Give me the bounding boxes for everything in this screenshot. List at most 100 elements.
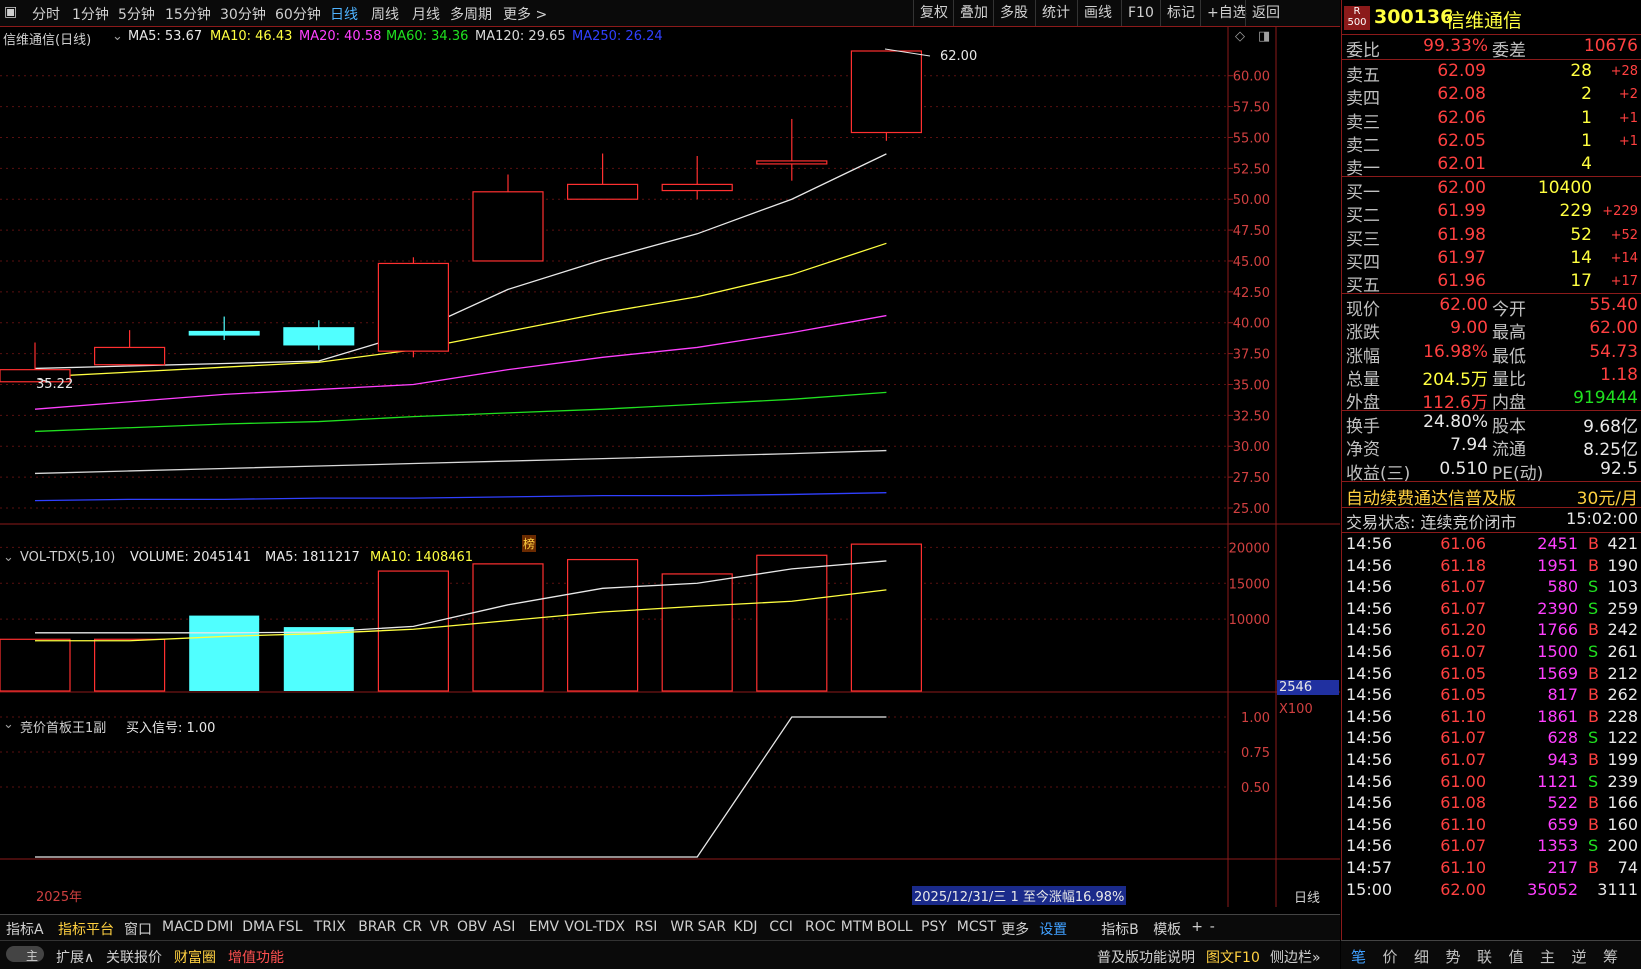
- period-tab-2[interactable]: 5分钟: [118, 4, 155, 24]
- toolbar-button-2[interactable]: 多股: [993, 0, 1034, 26]
- volume-bar[interactable]: [377, 570, 449, 692]
- sells-row-0[interactable]: 卖五 62.09 28 +28: [1342, 61, 1641, 86]
- indicator-tab-4[interactable]: DMI: [206, 919, 233, 935]
- ind-chevron-icon[interactable]: ⌄: [3, 717, 14, 732]
- indicator-tab-21[interactable]: MTM: [841, 919, 874, 935]
- indicator-tab-15[interactable]: RSI: [635, 919, 658, 935]
- candle-body[interactable]: [566, 183, 639, 200]
- indicator-tab-6[interactable]: FSL: [278, 919, 303, 935]
- buys-row-4[interactable]: 买五 61.96 17 +17: [1342, 271, 1641, 296]
- indicator-tab-20[interactable]: ROC: [805, 919, 836, 935]
- period-tab-8[interactable]: 月线: [412, 4, 440, 24]
- period-tab-0[interactable]: 分时: [32, 4, 60, 24]
- quote-tab-5[interactable]: 值: [1509, 946, 1524, 967]
- indicator-tab-12[interactable]: ASI: [493, 919, 516, 935]
- indicator-tab-1[interactable]: 指标平台: [58, 919, 114, 939]
- expand-button[interactable]: 扩展∧: [56, 947, 94, 967]
- period-tab-4[interactable]: 30分钟: [220, 4, 266, 24]
- period-tab-1[interactable]: 1分钟: [72, 4, 109, 24]
- sells-row-3[interactable]: 卖二 62.05 1 +1: [1342, 131, 1641, 156]
- volume-bar[interactable]: [566, 558, 639, 692]
- candle-body[interactable]: [850, 50, 923, 134]
- volume-bar[interactable]: [850, 543, 923, 692]
- toolbar-button-6[interactable]: 标记: [1160, 0, 1201, 26]
- volume-bar[interactable]: [472, 563, 544, 692]
- indicator-tab-26[interactable]: 设置: [1039, 919, 1067, 939]
- indicator-tab-10[interactable]: VR: [430, 919, 449, 935]
- toolbar-button-4[interactable]: 画线: [1077, 0, 1118, 26]
- toolbar-button-1[interactable]: 叠加: [953, 0, 994, 26]
- indicator-tab-18[interactable]: KDJ: [733, 919, 757, 935]
- buys-row-2[interactable]: 买三 61.98 52 +52: [1342, 225, 1641, 250]
- indicator-tab-27[interactable]: 指标B: [1101, 919, 1139, 939]
- candle-body[interactable]: [283, 327, 355, 346]
- chart-area[interactable]: 60.00 57.50 55.00 52.50 50.00 47.50 45.00 42.50…: [0, 27, 1340, 907]
- indicator-tab-30[interactable]: -: [1210, 919, 1215, 935]
- candle-body[interactable]: [377, 262, 449, 352]
- candle-body[interactable]: [756, 160, 828, 165]
- main-toggle-switch[interactable]: [6, 946, 44, 962]
- promo-text[interactable]: 自动续费通达信普及版: [1346, 484, 1516, 509]
- indicator-tab-24[interactable]: MCST: [957, 919, 996, 935]
- indicator-tab-13[interactable]: EMV: [529, 919, 560, 935]
- indicator-tab-17[interactable]: SAR: [698, 919, 726, 935]
- candle-body[interactable]: [472, 191, 544, 262]
- period-tag[interactable]: 日线: [1294, 887, 1320, 906]
- related-quote-button[interactable]: 关联报价: [106, 947, 162, 967]
- sells-row-4[interactable]: 卖一 62.01 4: [1342, 154, 1641, 179]
- buys-row-1[interactable]: 买二 61.99 229 +229: [1342, 201, 1641, 226]
- quote-tab-8[interactable]: 筹: [1603, 946, 1618, 967]
- indicator-tab-11[interactable]: OBV: [457, 919, 487, 935]
- toolbar-button-8[interactable]: 返回: [1245, 0, 1286, 26]
- quote-tab-0[interactable]: 笔: [1351, 946, 1366, 967]
- volume-bar[interactable]: [756, 554, 828, 692]
- quote-tab-6[interactable]: 主: [1540, 946, 1555, 967]
- indicator-tab-19[interactable]: CCI: [769, 919, 793, 935]
- period-tab-5[interactable]: 60分钟: [275, 4, 321, 24]
- promo-price[interactable]: 30元/月: [1542, 484, 1638, 509]
- window-icon[interactable]: ▣: [4, 4, 17, 20]
- chevron-down-icon[interactable]: ⌄: [112, 29, 123, 44]
- indicator-tab-5[interactable]: DMA: [242, 919, 274, 935]
- f10-link[interactable]: 图文F10: [1206, 947, 1260, 967]
- volume-bar[interactable]: [0, 638, 71, 692]
- indicator-tab-2[interactable]: 窗口: [124, 919, 152, 939]
- indicator-tab-7[interactable]: TRIX: [314, 919, 346, 935]
- vol-chevron-icon[interactable]: ⌄: [3, 550, 14, 565]
- quote-tab-4[interactable]: 联: [1477, 946, 1492, 967]
- promo-row[interactable]: 自动续费通达信普及版 30元/月: [1342, 484, 1641, 509]
- quote-tab-7[interactable]: 逆: [1572, 946, 1587, 967]
- feature-guide-link[interactable]: 普及版功能说明: [1097, 947, 1195, 967]
- value-added-button[interactable]: 增值功能: [228, 947, 284, 967]
- period-tab-6[interactable]: 日线: [330, 4, 358, 24]
- quote-tab-3[interactable]: 势: [1446, 946, 1461, 967]
- period-tab-9[interactable]: 多周期: [450, 4, 492, 24]
- period-tab-10[interactable]: 更多 >: [503, 4, 547, 24]
- indicator-tab-16[interactable]: WR: [670, 919, 694, 935]
- indicator-tab-28[interactable]: 模板: [1153, 919, 1181, 939]
- indicator-tab-3[interactable]: MACD: [162, 919, 204, 935]
- kline-chart-svg[interactable]: 60.00 57.50 55.00 52.50 50.00 47.50 45.00 42.50…: [0, 27, 1340, 907]
- diamond-icon[interactable]: ◇: [1235, 29, 1245, 44]
- buys-row-3[interactable]: 买四 61.97 14 +14: [1342, 248, 1641, 273]
- indicator-tab-14[interactable]: VOL-TDX: [564, 919, 625, 935]
- sells-row-2[interactable]: 卖三 62.06 1 +1: [1342, 108, 1641, 133]
- quote-tab-1[interactable]: 价: [1383, 946, 1398, 967]
- buys-row-0[interactable]: 买一 62.00 10400: [1342, 178, 1641, 203]
- volume-bar[interactable]: [661, 573, 733, 692]
- indicator-tab-9[interactable]: CR: [403, 919, 423, 935]
- period-tab-3[interactable]: 15分钟: [165, 4, 211, 24]
- wealth-circle-button[interactable]: 财富圈: [174, 947, 216, 967]
- candle-body[interactable]: [661, 183, 733, 192]
- toolbar-button-0[interactable]: 复权: [913, 0, 954, 26]
- candle-body[interactable]: [188, 330, 260, 336]
- sells-row-1[interactable]: 卖四 62.08 2 +2: [1342, 84, 1641, 109]
- candle-body[interactable]: [93, 346, 166, 366]
- toolbar-button-5[interactable]: F10: [1121, 0, 1160, 26]
- indicator-tab-8[interactable]: BRAR: [358, 919, 396, 935]
- bang-badge[interactable]: 榜: [522, 535, 537, 552]
- volume-bar[interactable]: [189, 615, 260, 691]
- sidebar-toggle[interactable]: 侧边栏»: [1270, 947, 1321, 967]
- indicator-tab-22[interactable]: BOLL: [877, 919, 913, 935]
- indicator-tab-25[interactable]: 更多: [1001, 919, 1029, 939]
